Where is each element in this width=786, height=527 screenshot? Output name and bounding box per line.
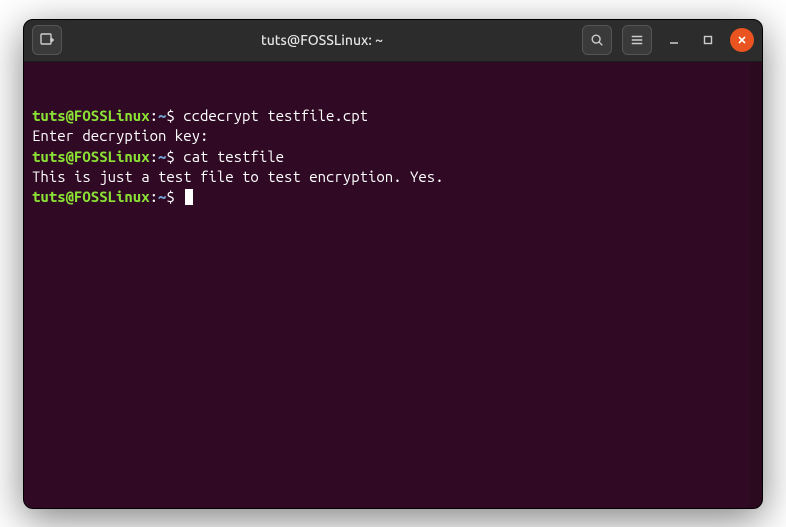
menu-button[interactable] bbox=[622, 25, 652, 55]
output-1: Enter decryption key: bbox=[32, 127, 208, 144]
prompt-user-host: tuts@FOSSLinux bbox=[32, 148, 150, 165]
prompt-colon: : bbox=[150, 107, 158, 124]
command-2: cat testfile bbox=[183, 148, 284, 165]
hamburger-icon bbox=[630, 33, 644, 47]
scrollbar[interactable] bbox=[750, 62, 762, 508]
command-1: ccdecrypt testfile.cpt bbox=[183, 107, 368, 124]
prompt-user-host: tuts@FOSSLinux bbox=[32, 188, 150, 205]
minimize-icon bbox=[669, 35, 679, 45]
minimize-button[interactable] bbox=[662, 28, 686, 52]
terminal-body[interactable]: tuts@FOSSLinux:~$ ccdecrypt testfile.cpt… bbox=[24, 62, 762, 508]
maximize-icon bbox=[703, 35, 713, 45]
prompt-colon: : bbox=[150, 188, 158, 205]
search-icon bbox=[590, 33, 604, 47]
prompt-symbol: $ bbox=[166, 188, 174, 205]
cursor bbox=[185, 189, 193, 205]
new-tab-icon bbox=[39, 32, 55, 48]
close-button[interactable] bbox=[730, 28, 754, 52]
titlebar-right bbox=[582, 25, 754, 55]
prompt-colon: : bbox=[150, 148, 158, 165]
output-2: This is just a test file to test encrypt… bbox=[32, 168, 444, 185]
prompt-symbol: $ bbox=[166, 107, 174, 124]
close-icon bbox=[737, 35, 747, 45]
terminal-content: tuts@FOSSLinux:~$ ccdecrypt testfile.cpt… bbox=[32, 106, 740, 207]
prompt-symbol: $ bbox=[166, 148, 174, 165]
titlebar-left bbox=[32, 25, 62, 55]
maximize-button[interactable] bbox=[696, 28, 720, 52]
window-title: tuts@FOSSLinux: ~ bbox=[62, 32, 582, 48]
titlebar: tuts@FOSSLinux: ~ bbox=[24, 20, 762, 62]
new-tab-button[interactable] bbox=[32, 25, 62, 55]
search-button[interactable] bbox=[582, 25, 612, 55]
terminal-window: tuts@FOSSLinux: ~ bbox=[23, 19, 763, 509]
prompt-user-host: tuts@FOSSLinux bbox=[32, 107, 150, 124]
